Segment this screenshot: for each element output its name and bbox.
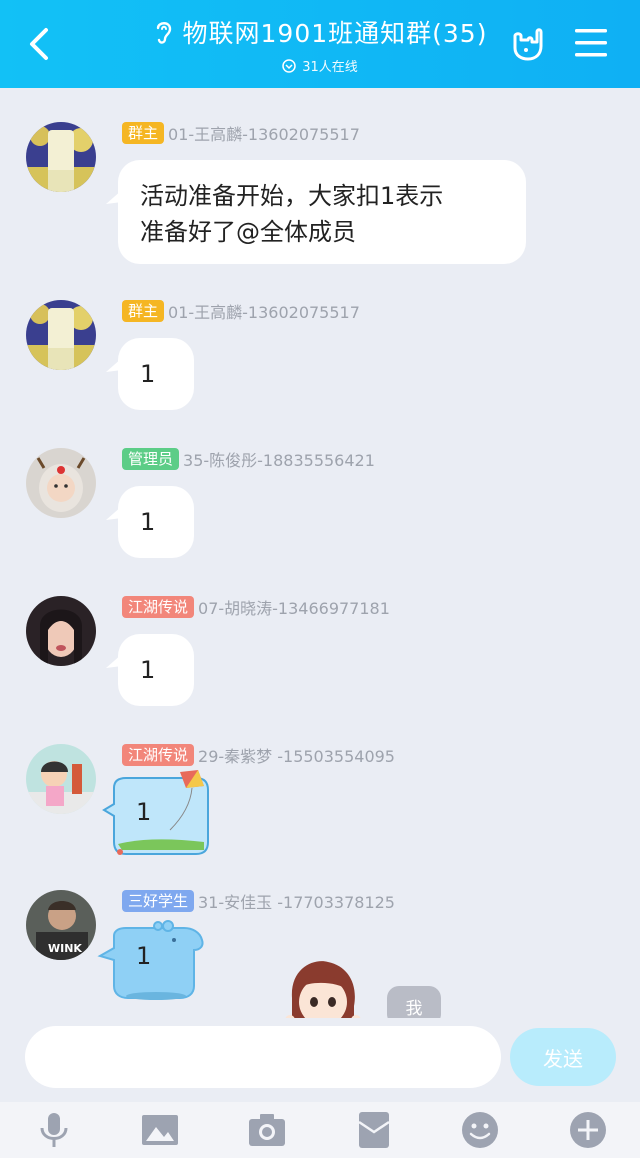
title-area[interactable]: 物联网1901班通知群(35) 31人在线 xyxy=(100,14,540,75)
camera-icon xyxy=(249,1114,285,1146)
more-button[interactable] xyxy=(566,1108,610,1152)
online-status-icon xyxy=(282,58,296,73)
message-text-line: 准备好了@全体成员 xyxy=(140,218,356,246)
role-badge: 管理员 xyxy=(122,448,180,470)
cartoon-kid-avatar-image xyxy=(26,744,96,814)
message-bubble[interactable]: 1 xyxy=(118,634,194,706)
send-button[interactable]: 发送 xyxy=(510,1028,616,1086)
message-text: 1 xyxy=(140,508,156,536)
hippo-bubble-frame xyxy=(97,920,204,1000)
ear-icon xyxy=(156,22,171,44)
role-badge: 江湖传说 xyxy=(122,596,195,618)
avatar[interactable] xyxy=(26,596,96,666)
basketball-player-avatar-image xyxy=(26,300,96,370)
message-text-line: 活动准备开始，大家扣1表示 xyxy=(140,182,444,210)
composer: 发送 xyxy=(0,1018,640,1102)
hamburger-icon xyxy=(575,29,607,57)
message-text[interactable]: 1 xyxy=(136,798,151,826)
message-bubble[interactable]: 1 xyxy=(118,486,194,558)
message-bubble[interactable]: 活动准备开始，大家扣1表示 准备好了@全体成员 xyxy=(118,160,526,264)
peeking-girl-sticker xyxy=(285,961,361,1026)
camera-button[interactable] xyxy=(245,1108,289,1152)
sender-name: 35-陈俊彤-18835556421 xyxy=(183,451,375,470)
group-title: 物联网1901班通知群(35) xyxy=(182,19,488,48)
sender-name: 01-王高麟-13602075517 xyxy=(168,125,360,144)
emoji-button[interactable] xyxy=(458,1108,502,1152)
basketball-player-avatar-image xyxy=(26,122,96,192)
chat-header: 物联网1901班通知群(35) 31人在线 xyxy=(0,0,640,88)
back-button[interactable] xyxy=(20,22,60,66)
emoji-icon xyxy=(462,1112,498,1148)
chevron-left-icon xyxy=(30,28,48,60)
avatar[interactable] xyxy=(26,744,96,814)
woman-avatar-image xyxy=(26,596,96,666)
sender-name: 07-胡晓涛-13466977181 xyxy=(198,599,390,618)
input-toolbar xyxy=(0,1102,640,1158)
avatar[interactable] xyxy=(26,448,96,518)
sender-name: 01-王高麟-13602075517 xyxy=(168,303,360,322)
role-badge: 群主 xyxy=(122,122,165,144)
message-input[interactable] xyxy=(25,1026,501,1088)
online-count: 31人在线 xyxy=(302,60,358,75)
message-text: 1 xyxy=(140,360,156,388)
message-text: 1 xyxy=(140,656,156,684)
avatar[interactable] xyxy=(26,122,96,192)
message-text[interactable]: 1 xyxy=(136,942,151,970)
menu-button[interactable] xyxy=(574,26,608,60)
rock-hand-icon xyxy=(513,28,543,61)
avatar[interactable] xyxy=(26,300,96,370)
image-button[interactable] xyxy=(138,1108,182,1152)
red-packet-icon xyxy=(358,1112,390,1148)
image-icon xyxy=(142,1115,178,1145)
gesture-button[interactable] xyxy=(508,24,548,64)
voice-button[interactable] xyxy=(32,1108,76,1152)
microphone-icon xyxy=(40,1113,68,1147)
role-badge: 三好学生 xyxy=(122,890,195,912)
role-badge: 江湖传说 xyxy=(122,744,195,766)
red-packet-button[interactable] xyxy=(352,1108,396,1152)
plus-icon xyxy=(570,1112,606,1148)
role-badge: 群主 xyxy=(122,300,165,322)
sender-name: 29-秦紫梦 -15503554095 xyxy=(198,747,395,766)
avatar-caption: WINK xyxy=(48,942,82,955)
message-bubble[interactable]: 1 xyxy=(118,338,194,410)
kite-bubble-frame xyxy=(102,770,209,855)
avatar[interactable]: WINK xyxy=(26,890,96,960)
child-avatar-image xyxy=(26,448,96,518)
sender-name: 31-安佳玉 -17703378125 xyxy=(198,893,395,912)
